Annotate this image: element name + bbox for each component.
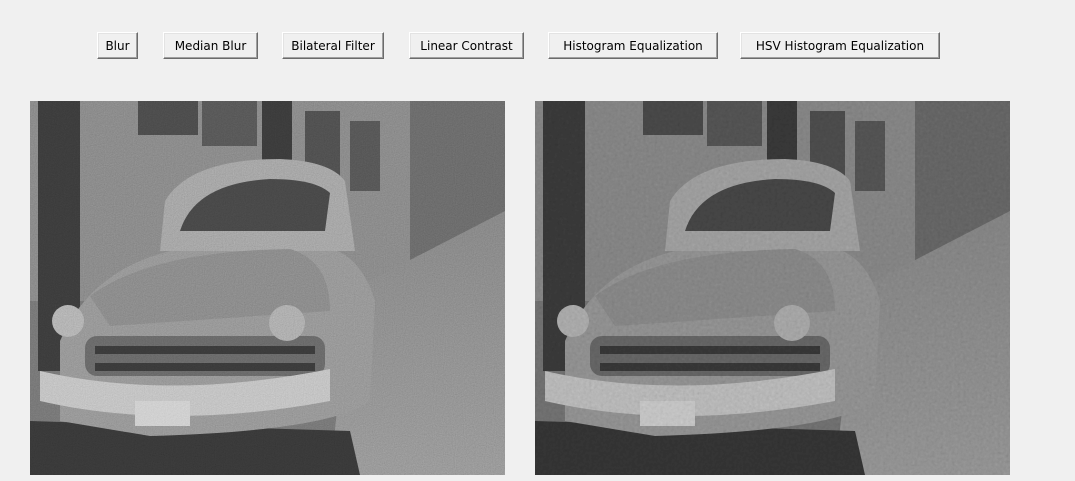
original-image (30, 101, 505, 475)
blur-button[interactable]: Blur (97, 32, 138, 59)
bilateral-filter-button[interactable]: Bilateral Filter (282, 32, 384, 59)
processed-image (535, 101, 1010, 475)
toolbar: Blur Median Blur Bilateral Filter Linear… (0, 0, 1075, 90)
linear-contrast-button[interactable]: Linear Contrast (409, 32, 524, 59)
hsv-histogram-equalization-button[interactable]: HSV Histogram Equalization (740, 32, 940, 59)
histogram-equalization-button[interactable]: Histogram Equalization (548, 32, 718, 59)
median-blur-button[interactable]: Median Blur (163, 32, 258, 59)
